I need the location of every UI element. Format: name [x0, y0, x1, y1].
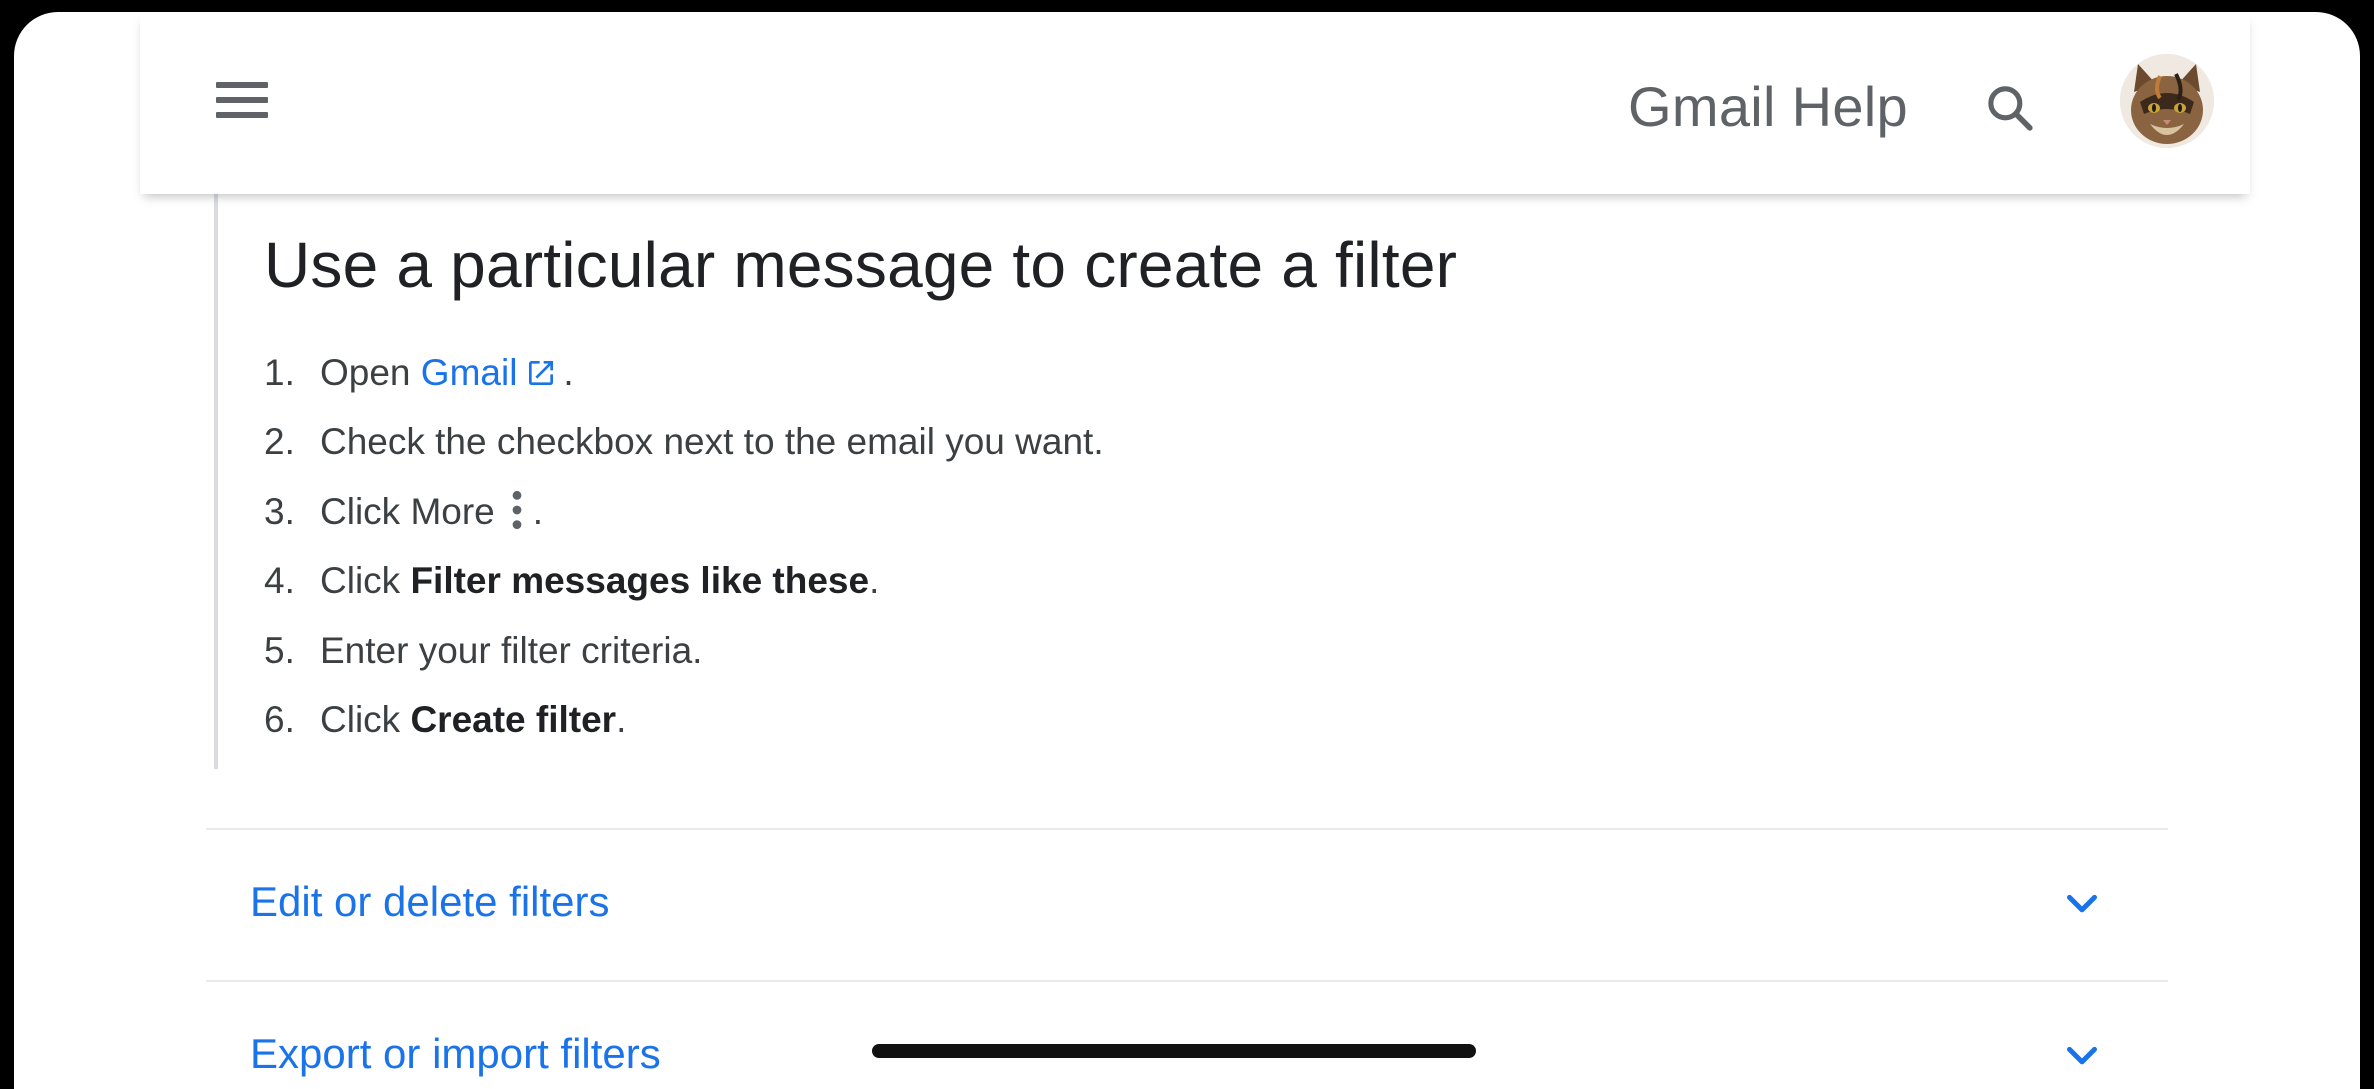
home-indicator[interactable] — [872, 1044, 1476, 1058]
step-bold-text: Create filter — [410, 698, 617, 740]
steps-list: 1. Open Gmail. 2. Check the checkbox next … — [264, 342, 1104, 758]
step-text: Enter your filter criteria. — [320, 629, 703, 671]
chevron-down-icon[interactable] — [2062, 1036, 2102, 1076]
step-text: Click — [320, 698, 411, 740]
accordion-export-or-import-filters[interactable]: Export or import filters — [206, 980, 2168, 1089]
step-text: Click More — [320, 490, 495, 532]
accordion-edit-or-delete-filters[interactable]: Edit or delete filters — [206, 828, 2168, 982]
accordion-label: Export or import filters — [250, 1030, 661, 1077]
step-bold-text: Filter messages like these — [410, 560, 870, 602]
step-number: 4. — [264, 560, 295, 602]
list-item: 4. Click Filter messages like these. — [264, 550, 1104, 619]
more-vert-icon — [507, 488, 527, 551]
step-text: Check the checkbox next to the email you… — [320, 421, 1104, 463]
step-text: . — [616, 698, 627, 740]
step-number: 1. — [264, 352, 295, 393]
section-title: Use a particular message to create a fil… — [264, 229, 1458, 301]
app-bar: Gmail Help — [140, 12, 2250, 194]
step-text: Open — [320, 352, 411, 393]
list-item: 6. Click Create filter. — [264, 689, 1104, 758]
accordion-label: Edit or delete filters — [250, 878, 610, 925]
search-icon[interactable] — [1982, 80, 2038, 136]
list-item: 3. Click More. — [264, 481, 1104, 550]
article-section: Use a particular message to create a fil… — [214, 194, 2218, 769]
list-item: 1. Open Gmail. — [264, 342, 1104, 411]
list-item: 5. Enter your filter criteria. — [264, 620, 1104, 689]
device-frame: Gmail Help Use a particular message to c… — [0, 0, 2374, 1089]
page-brand-title: Gmail Help — [1628, 75, 1908, 138]
step-text: . — [869, 560, 880, 602]
list-item: 2. Check the checkbox next to the email y… — [264, 411, 1104, 480]
cat-avatar-icon — [2120, 54, 2214, 148]
step-number: 5. — [264, 629, 295, 671]
step-text: . — [563, 352, 574, 393]
step-text: . — [532, 490, 544, 532]
step-number: 2. — [264, 421, 295, 463]
avatar[interactable] — [2120, 54, 2214, 148]
gmail-link[interactable]: Gmail — [421, 352, 518, 393]
step-number: 6. — [264, 698, 295, 740]
screen: Gmail Help Use a particular message to c… — [14, 12, 2360, 1089]
step-text: Click — [320, 560, 411, 602]
step-number: 3. — [264, 490, 295, 532]
chevron-down-icon[interactable] — [2062, 884, 2102, 924]
hamburger-menu-icon[interactable] — [216, 78, 270, 122]
external-link-icon[interactable] — [525, 346, 557, 408]
